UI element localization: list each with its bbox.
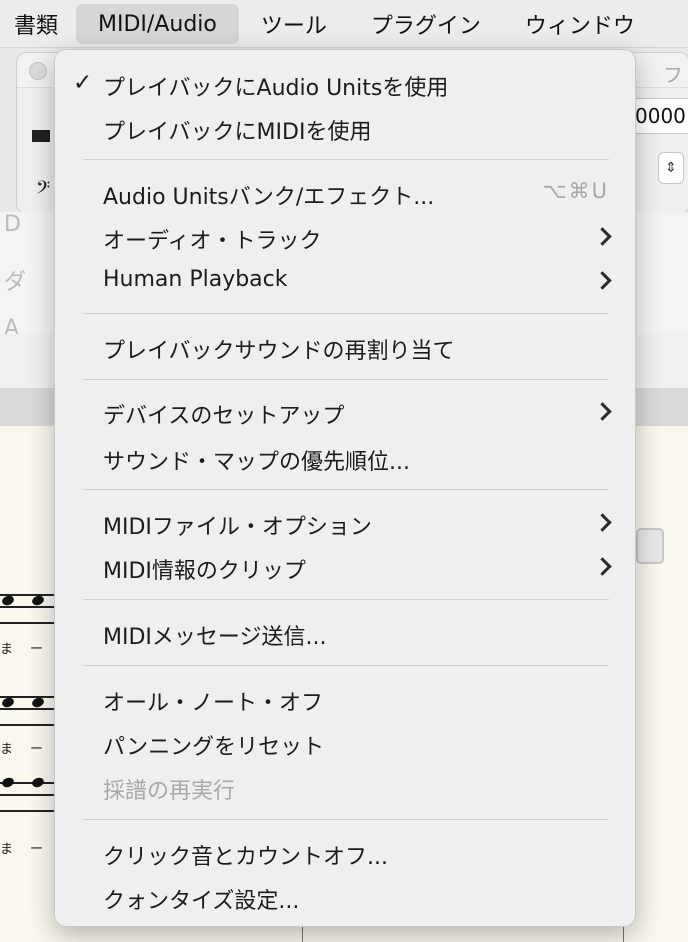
menu-item-label: MIDIファイル・オプション <box>103 515 372 540</box>
menu-item-label: デバイスのセットアップ <box>103 404 345 429</box>
menu-item-label: 採譜の再実行 <box>103 779 236 804</box>
menu-separator <box>83 159 609 160</box>
menu-item-click-and-countoff[interactable]: クリック音とカウントオフ... <box>55 831 635 875</box>
keyboard-shortcut: ⌥⌘U <box>542 179 609 203</box>
lyric-syllable: ー <box>30 742 44 757</box>
lyric-syllable: ま <box>0 842 14 857</box>
close-window-button[interactable] <box>29 62 47 80</box>
chevron-right-icon <box>593 227 612 246</box>
menu-item-sound-map-priority[interactable]: サウンド・マップの優先順位... <box>55 436 635 480</box>
lyric-syllable: ま <box>0 642 14 657</box>
chevron-right-icon <box>593 271 612 290</box>
menu-separator <box>83 313 609 314</box>
menu-separator <box>83 489 609 490</box>
lyric-syllable: ま <box>0 742 14 757</box>
panel-row-1: D <box>4 212 21 237</box>
checkmark-icon: ✓ <box>73 70 93 96</box>
menubar-item-documents[interactable]: 書類 <box>0 0 76 47</box>
menu-item-midi-file-options[interactable]: MIDIファイル・オプション <box>55 501 635 545</box>
menu-item-all-notes-off[interactable]: オール・ノート・オフ <box>55 677 635 721</box>
menu-item-label: クォンタイズ設定... <box>103 889 300 914</box>
menu-item-label: サウンド・マップの優先順位... <box>103 450 410 475</box>
menu-item-human-playback[interactable]: Human Playback <box>55 259 635 303</box>
menu-separator <box>83 599 609 600</box>
midi-audio-menu: ✓ プレイバックにAudio Unitsを使用 プレイバックにMIDIを使用 A… <box>54 49 636 927</box>
menu-item-label: プレイバックサウンドの再割り当て <box>103 339 455 364</box>
menu-item-label: パンニングをリセット <box>103 735 325 760</box>
menu-item-label: MIDIメッセージ送信... <box>103 625 327 650</box>
lyric-syllable: ー <box>30 642 44 657</box>
menubar-item-plugins[interactable]: プラグイン <box>349 0 503 47</box>
menu-item-audio-units-banks-effects[interactable]: Audio Unitsバンク/エフェクト... ⌥⌘U <box>55 171 635 215</box>
stepper-control[interactable]: ⇕ <box>658 152 684 184</box>
menubar: 書類 MIDI/Audio ツール プラグイン ウィンドウ <box>0 0 688 48</box>
menu-item-quantize-settings[interactable]: クォンタイズ設定... <box>55 875 635 919</box>
menu-item-label: オーディオ・トラック <box>103 229 322 254</box>
lyric-syllable: ー <box>30 842 44 857</box>
background-window-title: フ <box>663 63 683 87</box>
menu-item-send-midi-message[interactable]: MIDIメッセージ送信... <box>55 611 635 655</box>
clef-symbol-icon: 𝄢 <box>36 178 51 203</box>
menu-separator <box>83 379 609 380</box>
menu-item-label: MIDI情報のクリップ <box>103 559 306 584</box>
menu-separator <box>83 665 609 666</box>
menu-item-reset-panning[interactable]: パンニングをリセット <box>55 721 635 765</box>
menu-item-label: オール・ノート・オフ <box>103 691 324 716</box>
menu-item-label: Audio Unitsバンク/エフェクト... <box>103 185 435 210</box>
menubar-item-window[interactable]: ウィンドウ <box>503 0 657 47</box>
menubar-item-tools[interactable]: ツール <box>239 0 349 47</box>
menu-item-reassign-playback-sounds[interactable]: プレイバックサウンドの再割り当て <box>55 325 635 369</box>
chevron-right-icon <box>593 557 612 576</box>
menu-item-label: プレイバックにMIDIを使用 <box>103 120 372 145</box>
menu-item-audio-track[interactable]: オーディオ・トラック <box>55 215 635 259</box>
menu-item-label: Human Playback <box>103 267 288 292</box>
menubar-item-midi-audio[interactable]: MIDI/Audio <box>76 4 239 44</box>
chevron-right-icon <box>593 513 612 532</box>
menu-item-device-setup[interactable]: デバイスのセットアップ <box>55 390 635 434</box>
menu-separator <box>83 819 609 820</box>
menu-item-use-audio-units[interactable]: ✓ プレイバックにAudio Unitsを使用 <box>55 62 635 106</box>
menu-item-label: クリック音とカウントオフ... <box>103 845 388 870</box>
lock-icon <box>636 528 664 564</box>
menu-item-clip-midi-info[interactable]: MIDI情報のクリップ <box>55 545 635 589</box>
chevron-right-icon <box>593 402 612 421</box>
rest-symbol-icon <box>32 130 50 142</box>
menu-item-retranscribe: 採譜の再実行 <box>55 765 635 809</box>
menu-item-label: プレイバックにAudio Unitsを使用 <box>103 76 449 101</box>
panel-row-2: ダ <box>4 270 27 295</box>
menu-item-use-midi[interactable]: プレイバックにMIDIを使用 <box>55 106 635 150</box>
